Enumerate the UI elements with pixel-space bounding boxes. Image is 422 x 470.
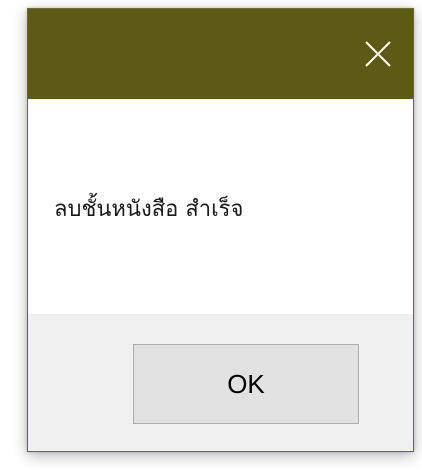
message-dialog: ลบชั้นหนังสือ สำเร็จ OK bbox=[27, 8, 414, 452]
dialog-footer: OK bbox=[28, 314, 413, 451]
ok-button-label: OK bbox=[227, 368, 265, 399]
dialog-message: ลบชั้นหนังสือ สำเร็จ bbox=[54, 197, 244, 222]
dialog-content: ลบชั้นหนังสือ สำเร็จ bbox=[28, 99, 413, 314]
ok-button[interactable]: OK bbox=[133, 344, 359, 424]
title-bar[interactable] bbox=[28, 9, 413, 99]
close-button[interactable] bbox=[343, 9, 413, 99]
close-icon bbox=[365, 41, 391, 67]
